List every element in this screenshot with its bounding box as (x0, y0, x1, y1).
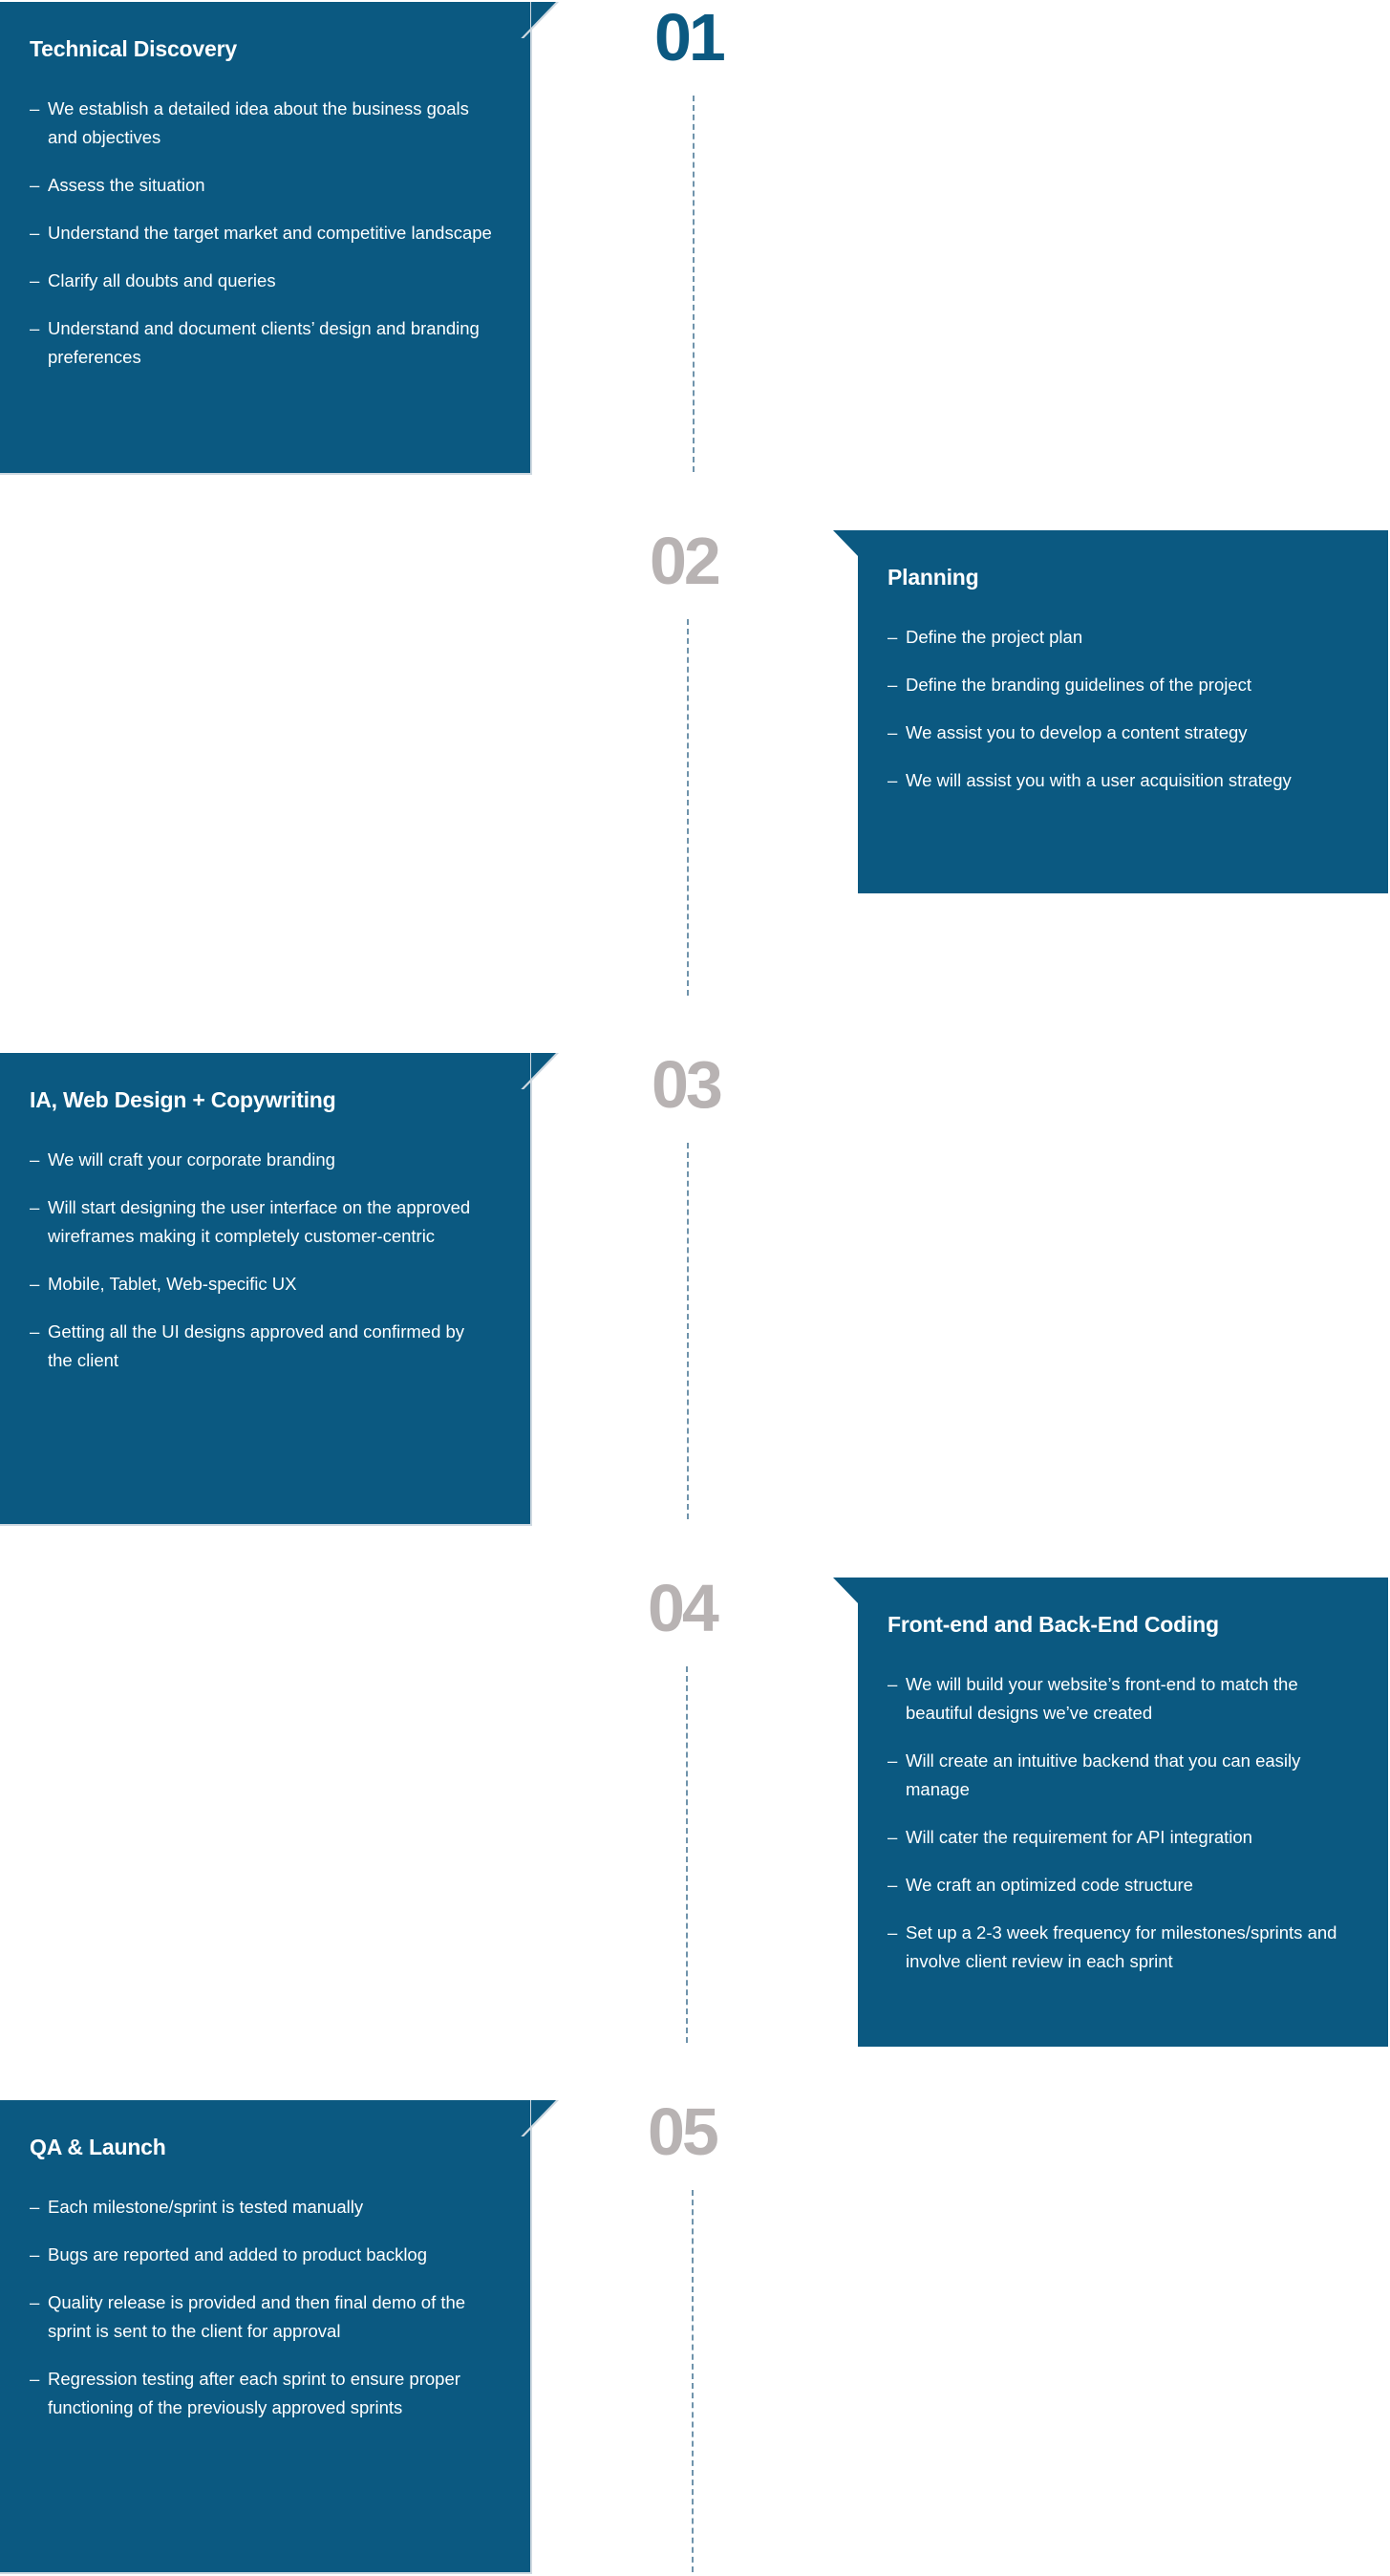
step-item: – Quality release is provided and then fi… (30, 2288, 492, 2346)
step-card: IA, Web Design + Copywriting – We will cr… (0, 1053, 559, 1526)
dash-bullet-icon: – (30, 2244, 40, 2265)
dash-bullet-icon: – (30, 1321, 40, 1342)
dash-bullet-icon: – (30, 270, 40, 290)
step-item-text: Each milestone/sprint is tested manually (48, 2197, 364, 2217)
step-item-text: We establish a detailed idea about the b… (48, 98, 469, 147)
step-item: – Will create an intuitive backend that y… (887, 1747, 1350, 1804)
step-title: Planning (887, 565, 979, 590)
step-item-text: Define the branding guidelines of the pr… (906, 675, 1252, 695)
step-item: – Mobile, Tablet, Web-specific UX (30, 1270, 492, 1299)
dash-bullet-icon: – (887, 627, 898, 647)
dash-bullet-icon: – (887, 1922, 898, 1943)
step-item-text: Understand and document clients’ design … (48, 318, 480, 367)
timeline-dashed-line (687, 1143, 689, 1519)
step-item-text: Define the project plan (906, 627, 1083, 647)
step-item-text: Bugs are reported and added to product b… (48, 2244, 428, 2265)
timeline-dashed-line (692, 2190, 694, 2572)
dash-bullet-icon: – (30, 2292, 40, 2312)
dash-bullet-icon: – (30, 1197, 40, 1217)
step-item-text: Clarify all doubts and queries (48, 270, 276, 290)
step-items-list: – Each milestone/sprint is tested manuall… (30, 2193, 492, 2441)
step-item: – Bugs are reported and added to product … (30, 2241, 492, 2269)
card-corner-flap (833, 1578, 859, 1604)
step-item: – Set up a 2-3 week frequency for milesto… (887, 1919, 1350, 1976)
step-item-text: Mobile, Tablet, Web-specific UX (48, 1274, 297, 1294)
step-number: 02 (650, 524, 721, 598)
step-item: – Define the branding guidelines of the p… (887, 671, 1350, 699)
card-corner-flap (833, 530, 859, 557)
step-item: – We will assist you with a user acquisit… (887, 766, 1350, 795)
step-items-list: – Define the project plan – Define the bran… (887, 623, 1350, 814)
step-number: 01 (654, 0, 726, 75)
step-item: – We will build your website’s front-end … (887, 1670, 1350, 1728)
step-card: Planning – Define the project plan – Define… (833, 530, 1388, 893)
step-item: – Clarify all doubts and queries (30, 267, 492, 295)
step-title: Front-end and Back-End Coding (887, 1612, 1219, 1637)
step-item-text: Will create an intuitive backend that yo… (906, 1750, 1301, 1799)
step-item: – Each milestone/sprint is tested manuall… (30, 2193, 492, 2222)
timeline-dashed-line (687, 619, 689, 996)
dash-bullet-icon: – (887, 722, 898, 742)
dash-bullet-icon: – (30, 2369, 40, 2389)
step-items-list: – We will build your website’s front-end … (887, 1670, 1350, 1995)
step-item-text: We will craft your corporate branding (48, 1149, 335, 1170)
timeline-dashed-line (693, 96, 695, 472)
step-item-text: Understand the target market and competi… (48, 223, 492, 243)
dash-bullet-icon: – (887, 675, 898, 695)
dash-bullet-icon: – (887, 1875, 898, 1895)
dash-bullet-icon: – (30, 1274, 40, 1294)
step-title: IA, Web Design + Copywriting (30, 1087, 336, 1112)
step-item: – Getting all the UI designs approved and… (30, 1318, 492, 1375)
step-item-text: We craft an optimized code structure (906, 1875, 1193, 1895)
step-item: – Assess the situation (30, 171, 492, 200)
step-item: – We craft an optimized code structure (887, 1871, 1350, 1900)
dash-bullet-icon: – (30, 2197, 40, 2217)
step-items-list: – We will craft your corporate branding – W… (30, 1146, 492, 1394)
step-item-text: We will assist you with a user acquisiti… (906, 770, 1292, 790)
step-item: – Will start designing the user interface… (30, 1193, 492, 1251)
step-item-text: Quality release is provided and then fin… (48, 2292, 466, 2341)
dash-bullet-icon: – (887, 770, 898, 790)
step-item-text: We assist you to develop a content strat… (906, 722, 1248, 742)
step-number: 04 (648, 1571, 719, 1645)
dash-bullet-icon: – (30, 223, 40, 243)
dash-bullet-icon: – (30, 175, 40, 195)
dash-bullet-icon: – (30, 98, 40, 118)
step-item: – Regression testing after each sprint to… (30, 2365, 492, 2422)
step-card: Front-end and Back-End Coding – We will b… (833, 1578, 1388, 2047)
step-number: 05 (648, 2094, 719, 2169)
step-item-text: Regression testing after each sprint to … (48, 2369, 460, 2417)
dash-bullet-icon: – (887, 1674, 898, 1694)
step-item: – Understand and document clients’ design… (30, 314, 492, 372)
step-card: QA & Launch – Each milestone/sprint is te… (0, 2100, 559, 2574)
step-item: – We establish a detailed idea about the … (30, 95, 492, 152)
step-title: Technical Discovery (30, 36, 237, 61)
dash-bullet-icon: – (30, 1149, 40, 1170)
step-card: Technical Discovery – We establish a deta… (0, 2, 559, 475)
step-item-text: Getting all the UI designs approved and … (48, 1321, 465, 1370)
dash-bullet-icon: – (30, 318, 40, 338)
step-item-text: Set up a 2-3 week frequency for mileston… (906, 1922, 1337, 1971)
step-item-text: Will cater the requirement for API integ… (906, 1827, 1252, 1847)
step-title: QA & Launch (30, 2135, 166, 2159)
step-items-list: – We establish a detailed idea about the … (30, 95, 492, 391)
step-item-text: Assess the situation (48, 175, 205, 195)
step-item: – Understand the target market and compet… (30, 219, 492, 247)
step-item: – Will cater the requirement for API inte… (887, 1823, 1350, 1852)
step-item: – We will craft your corporate branding (30, 1146, 492, 1174)
step-item-text: We will build your website’s front-end t… (906, 1674, 1298, 1723)
dash-bullet-icon: – (887, 1750, 898, 1771)
timeline-dashed-line (686, 1666, 688, 2043)
step-item: – Define the project plan (887, 623, 1350, 652)
dash-bullet-icon: – (887, 1827, 898, 1847)
step-number: 03 (652, 1047, 723, 1122)
step-item-text: Will start designing the user interface … (48, 1197, 471, 1246)
step-item: – We assist you to develop a content stra… (887, 719, 1350, 747)
